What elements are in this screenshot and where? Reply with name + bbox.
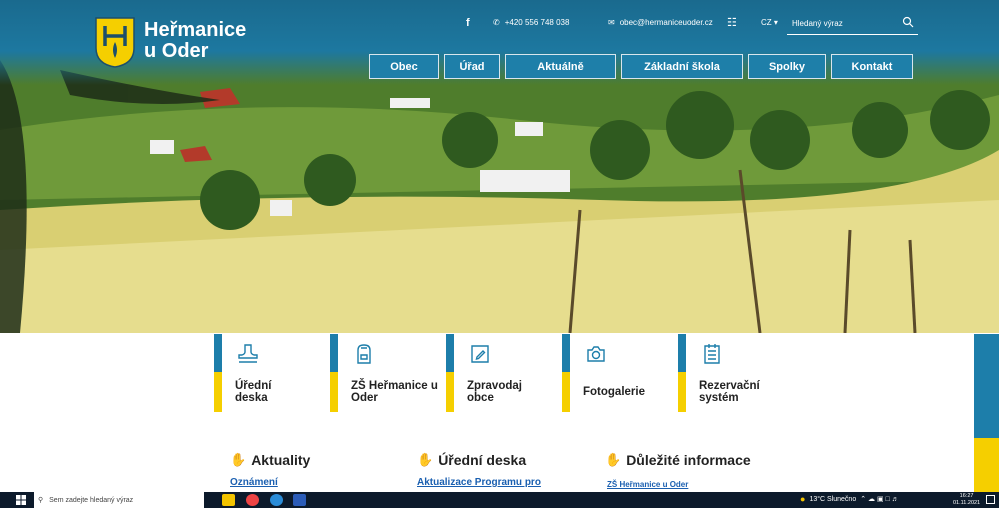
section-aktuality: ✋ Aktuality — [230, 452, 310, 468]
taskbar-search[interactable]: ⚲ Sem zadejte hledaný výraz — [34, 492, 204, 508]
page: { "brand": { "line1": "Heřmanice", "line… — [0, 0, 999, 508]
phone-icon: ✆ — [493, 18, 500, 27]
edge-icon[interactable] — [270, 494, 283, 506]
quick-links: Úřední deska ZŠ Heřmanice u Oder Zpravod… — [214, 334, 794, 412]
mail-icon: ✉ — [608, 18, 615, 27]
tile-zpravodaj[interactable]: Zpravodaj obce — [446, 334, 562, 412]
info-link[interactable]: ZŠ Heřmanice u Oder — [607, 480, 688, 489]
site-title[interactable]: Heřmanice u Oder — [144, 20, 246, 62]
coat-of-arms-logo[interactable] — [94, 16, 136, 68]
nav-urad[interactable]: Úřad — [444, 54, 500, 79]
email-link[interactable]: ✉ obec@hermaniceuoder.cz — [608, 18, 713, 27]
tile-rezervacni-system[interactable]: Rezervační systém — [678, 334, 794, 412]
tile-label: Zpravodaj obce — [467, 380, 522, 404]
clock-time: 16:27 — [959, 493, 974, 499]
phone-number: +420 556 748 038 — [504, 18, 570, 27]
section-title: Aktuality — [251, 452, 311, 468]
word-icon[interactable] — [293, 494, 306, 506]
nav-obec[interactable]: Obec — [369, 54, 439, 79]
tile-uredni-deska[interactable]: Úřední deska — [214, 334, 330, 412]
facebook-icon[interactable]: f — [466, 17, 470, 29]
section-uredni-deska: ✋ Úřední deska — [417, 452, 526, 468]
side-accent-strip — [974, 334, 999, 492]
checklist-icon — [704, 344, 720, 364]
weather-sun-icon: ● — [800, 494, 806, 504]
pen-note-icon — [471, 345, 489, 363]
tile-zs-hermanice[interactable]: ZŠ Heřmanice u Oder — [330, 334, 446, 412]
section-title: Důležité informace — [626, 452, 751, 468]
taskbar-search-placeholder: Sem zadejte hledaný výraz — [49, 496, 134, 504]
search-icon[interactable] — [902, 16, 914, 28]
notifications-icon[interactable] — [986, 495, 995, 504]
clock-date: 01.11.2021 — [953, 500, 981, 506]
nav-aktualne[interactable]: Aktuálně — [505, 54, 616, 79]
hand-icon: ✋ — [230, 452, 247, 467]
nav-kontakt[interactable]: Kontakt — [831, 54, 913, 79]
tile-fotogalerie[interactable]: Fotogalerie — [562, 334, 678, 412]
search-icon: ⚲ — [38, 497, 44, 504]
chrome-icon[interactable] — [246, 494, 259, 506]
site-title-line1: Heřmanice — [144, 19, 247, 41]
school-bag-icon — [357, 344, 371, 364]
windows-start-icon[interactable] — [16, 495, 26, 505]
section-title: Úřední deska — [438, 452, 527, 468]
nav-zakladni-skola[interactable]: Základní škola — [621, 54, 743, 79]
sitemap-icon[interactable]: ☷ — [727, 16, 737, 29]
section-dulezite-informace: ✋ Důležité informace — [605, 452, 751, 468]
board-link[interactable]: Aktualizace Programu pro — [417, 477, 541, 488]
system-tray: ● 13°C Slunečno ⌃ ☁ ▣ □ ♬ — [800, 494, 899, 504]
language-select[interactable]: CZ ▾ — [761, 18, 778, 27]
camera-icon — [587, 346, 605, 362]
hand-icon: ✋ — [417, 452, 434, 467]
site-title-line2: u Oder — [144, 40, 209, 62]
taskbar-clock[interactable]: 16:27 01.11.2021 — [953, 493, 980, 507]
email-address: obec@hermaniceuoder.cz — [619, 18, 713, 27]
tile-label: Úřední deska — [235, 380, 272, 404]
tray-icons[interactable]: ⌃ ☁ ▣ □ ♬ — [860, 495, 899, 503]
tile-label: Rezervační systém — [699, 380, 760, 404]
weather-text[interactable]: 13°C Slunečno — [809, 496, 856, 503]
search-form — [787, 13, 918, 35]
hand-icon: ✋ — [605, 452, 622, 467]
search-input[interactable] — [787, 19, 897, 28]
file-explorer-icon[interactable] — [222, 494, 235, 506]
main-nav: Obec Úřad Aktuálně Základní škola Spolky… — [369, 54, 913, 79]
phone-link[interactable]: ✆ +420 556 748 038 — [493, 18, 569, 27]
windows-taskbar: ⚲ Sem zadejte hledaný výraz ● 13°C Slune… — [0, 492, 999, 508]
nav-spolky[interactable]: Spolky — [748, 54, 826, 79]
tile-label: ZŠ Heřmanice u Oder — [351, 380, 438, 404]
stamp-icon — [238, 344, 258, 363]
news-link[interactable]: Oznámení — [230, 477, 278, 488]
tile-label: Fotogalerie — [583, 386, 645, 398]
